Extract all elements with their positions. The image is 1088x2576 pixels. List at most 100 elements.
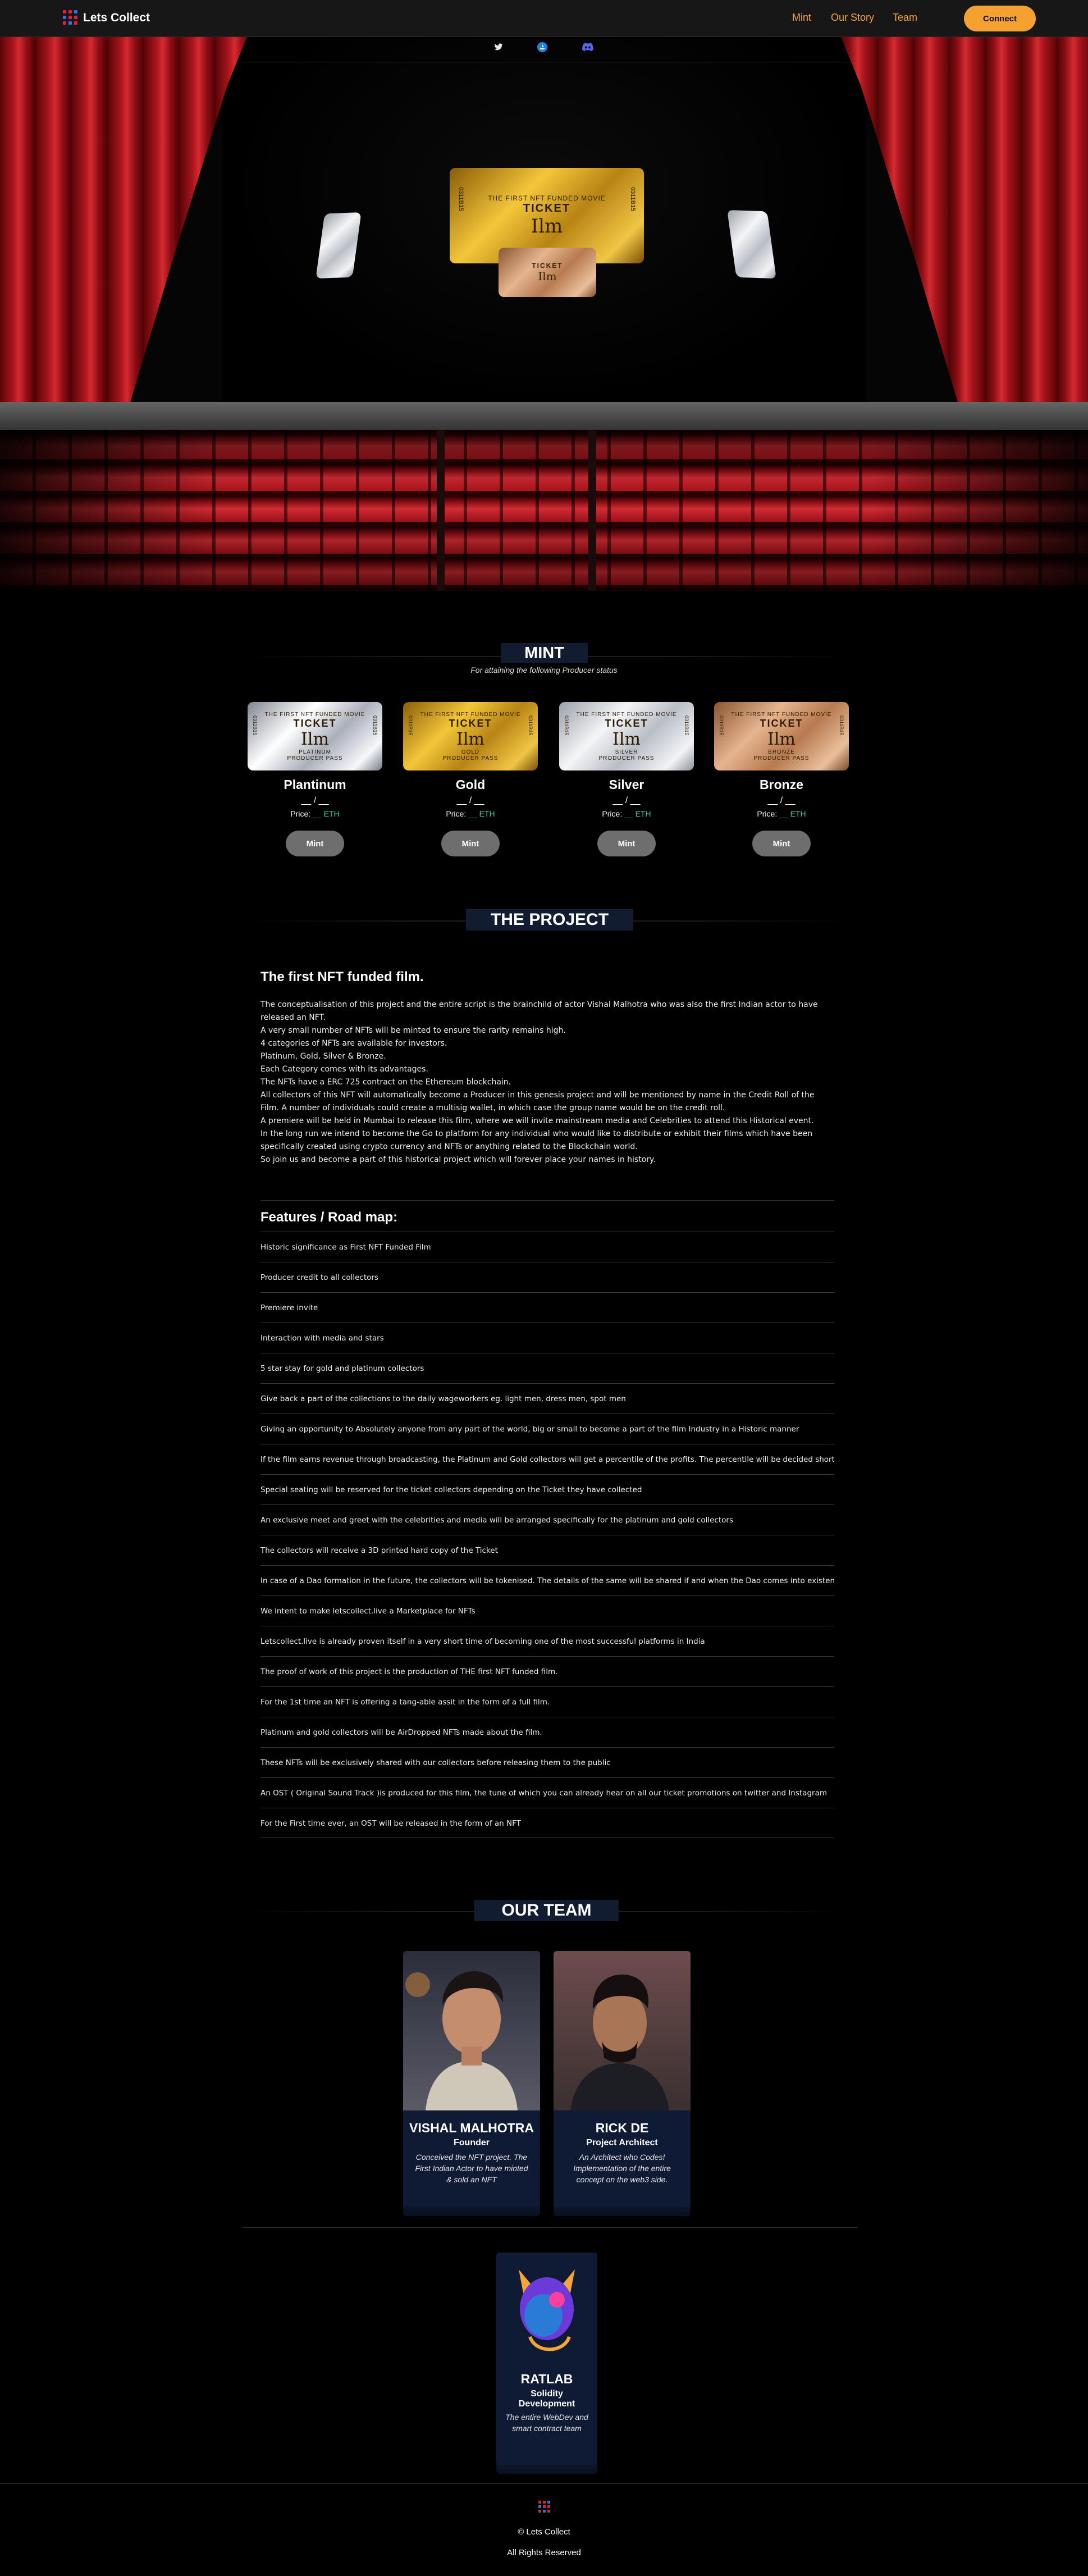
team-section-title: OUR TEAM xyxy=(474,1900,619,1921)
price-label: Price: xyxy=(757,809,778,818)
top-navbar: Lets Collect Mint Our Story Team Connect xyxy=(0,0,1088,37)
discord-icon[interactable] xyxy=(582,42,594,52)
project-paragraph: A premiere will be held in Mumbai to rel… xyxy=(260,1116,814,1125)
ticket-title: TICKET xyxy=(605,717,648,729)
project-paragraph: So join us and become a part of this his… xyxy=(260,1155,656,1164)
ticket-top-line: THE FIRST NFT FUNDED MOVIE xyxy=(488,194,606,202)
ticket-serial: 0311B15 xyxy=(252,715,258,736)
opensea-icon[interactable] xyxy=(537,41,548,53)
tier-quantity: __ / __ xyxy=(767,796,796,805)
project-paragraph: All collectors of this NFT will automati… xyxy=(260,1091,815,1113)
tier-ticket-image: THE FIRST NFT FUNDED MOVIE TICKET Ilm GOLD … xyxy=(403,702,538,770)
connect-wallet-button[interactable]: Connect xyxy=(964,6,1036,31)
tier-quantity: __ / __ xyxy=(612,796,641,805)
feature-item: An OST ( Original Sound Track )is produc… xyxy=(260,1777,834,1808)
twitter-icon[interactable] xyxy=(494,43,503,52)
hero-theater: THE FIRST NFT FUNDED MOVIE TICKET Ilm 03… xyxy=(0,37,1088,591)
hero-bronze-ticket: TICKET Ilm xyxy=(499,248,596,297)
ticket-film-name: Ilm xyxy=(612,729,641,749)
ticket-title: TICKET xyxy=(449,717,492,729)
brand-logo[interactable]: Lets Collect xyxy=(63,10,150,26)
ticket-film-name: Ilm xyxy=(456,729,484,749)
ticket-serial: 0311B15 xyxy=(839,715,844,736)
feature-item: Interaction with media and stars xyxy=(260,1323,834,1353)
member-name: RICK DE xyxy=(595,2121,649,2135)
project-paragraph: In the long run we intend to become the … xyxy=(260,1129,813,1151)
copyright: © Lets Collect xyxy=(518,2527,570,2537)
mint-card-silver: THE FIRST NFT FUNDED MOVIE TICKET Ilm SILVE… xyxy=(559,702,694,856)
price-label: Price: xyxy=(602,809,623,818)
rights-reserved: All Rights Reserved xyxy=(507,2548,581,2557)
ticket-film-name: Ilm xyxy=(531,215,563,238)
member-name: VISHAL MALHOTRA xyxy=(409,2121,534,2135)
feature-item: Giving an opportunity to Absolutely anyo… xyxy=(260,1414,834,1444)
mint-button[interactable]: Mint xyxy=(441,831,500,856)
feature-item: Platinum and gold collectors will be Air… xyxy=(260,1717,834,1747)
project-paragraph: The NFTs have a ERC 725 contract on the … xyxy=(260,1078,511,1087)
project-paragraph: 4 categories of NFTs are available for i… xyxy=(260,1039,447,1048)
feature-item: Special seating will be reserved for the… xyxy=(260,1474,834,1504)
ticket-serial: 0311B15 xyxy=(408,715,413,736)
avatar xyxy=(403,1951,540,2110)
aisle-right xyxy=(588,430,596,591)
price-value: __ xyxy=(624,809,633,818)
mint-card-plantinum: THE FIRST NFT FUNDED MOVIE TICKET Ilm PLATI… xyxy=(248,702,382,856)
tier-ticket-image: THE FIRST NFT FUNDED MOVIE TICKET Ilm SILVE… xyxy=(559,702,694,770)
ticket-title: TICKET xyxy=(532,262,563,270)
tier-price: Price: __ ETH xyxy=(559,809,694,818)
mint-subtitle: For attaining the following Producer sta… xyxy=(470,665,618,674)
member-role: Founder xyxy=(454,2138,490,2148)
member-description: An Architect who Codes! Implementation o… xyxy=(573,2153,671,2184)
tier-quantity: __ / __ xyxy=(301,796,329,805)
tier-quantity: __ / __ xyxy=(456,796,484,805)
ticket-serial: 0311B15 xyxy=(629,187,636,212)
ticket-serial: 0311B15 xyxy=(719,715,724,736)
right-curtain xyxy=(841,37,1088,441)
project-paragraph: Platinum, Gold, Silver & Bronze. xyxy=(260,1052,386,1061)
project-description: The conceptualisation of this project an… xyxy=(260,999,833,1166)
mint-card-bronze: THE FIRST NFT FUNDED MOVIE TICKET Ilm BRONZ… xyxy=(714,702,849,856)
team-divider xyxy=(243,2227,858,2228)
mint-button[interactable]: Mint xyxy=(286,831,344,856)
project-paragraph: A very small number of NFTs will be mint… xyxy=(260,1026,566,1035)
feature-item: For the First time ever, an OST will be … xyxy=(260,1808,834,1838)
nav-link-mint[interactable]: Mint xyxy=(792,12,811,24)
nav-link-team[interactable]: Team xyxy=(893,12,917,24)
tier-pass-label: BRONZE PRODUCER PASS xyxy=(753,749,810,762)
member-name: RATLAB xyxy=(520,2372,573,2386)
feature-item: The collectors will receive a 3D printed… xyxy=(260,1535,834,1565)
ticket-serial: 0311B15 xyxy=(564,715,569,736)
team-card-vishal: VISHAL MALHOTRA Founder Conceived the NF… xyxy=(403,1951,540,2207)
feature-item: In case of a Dao formation in the future… xyxy=(260,1565,834,1595)
tier-pass-label: PLATINUM PRODUCER PASS xyxy=(287,749,343,762)
ticket-film-name: Ilm xyxy=(538,270,557,283)
feature-item: 5 star stay for gold and platinum collec… xyxy=(260,1353,834,1383)
ticket-title: TICKET xyxy=(760,717,803,729)
project-section-title: THE PROJECT xyxy=(466,909,633,931)
ticket-title: TICKET xyxy=(293,717,337,729)
tier-name: Bronze xyxy=(760,777,803,792)
ticket-top-line: THE FIRST NFT FUNDED MOVIE xyxy=(576,711,677,718)
tier-ticket-image: THE FIRST NFT FUNDED MOVIE TICKET Ilm PLATI… xyxy=(248,702,382,770)
price-currency: ETH xyxy=(790,809,806,818)
avatar xyxy=(554,1951,691,2110)
mint-button[interactable]: Mint xyxy=(597,831,656,856)
tier-price: Price: __ ETH xyxy=(714,809,849,818)
ticket-top-line: THE FIRST NFT FUNDED MOVIE xyxy=(731,711,832,718)
feature-item: These NFTs will be exclusively shared wi… xyxy=(260,1747,834,1777)
project-paragraph: Each Category comes with its advantages. xyxy=(260,1065,428,1074)
feature-item: Historic significance as First NFT Funde… xyxy=(260,1232,834,1262)
aisle-left xyxy=(437,430,445,591)
social-links xyxy=(494,39,594,55)
mint-button[interactable]: Mint xyxy=(752,831,811,856)
nav-link-our-story[interactable]: Our Story xyxy=(831,12,874,24)
feature-item: We intent to make letscollect.live a Mar… xyxy=(260,1595,834,1626)
price-currency: ETH xyxy=(479,809,495,818)
ticket-serial: 0311B15 xyxy=(528,715,533,736)
price-value: __ xyxy=(779,809,788,818)
mint-card-gold: THE FIRST NFT FUNDED MOVIE TICKET Ilm GOLD … xyxy=(403,702,538,856)
feature-item: Letscollect.live is already proven itsel… xyxy=(260,1626,834,1656)
ticket-film-name: Ilm xyxy=(301,729,329,749)
tier-name: Silver xyxy=(609,777,644,792)
feature-item: Producer credit to all collectors xyxy=(260,1262,834,1292)
